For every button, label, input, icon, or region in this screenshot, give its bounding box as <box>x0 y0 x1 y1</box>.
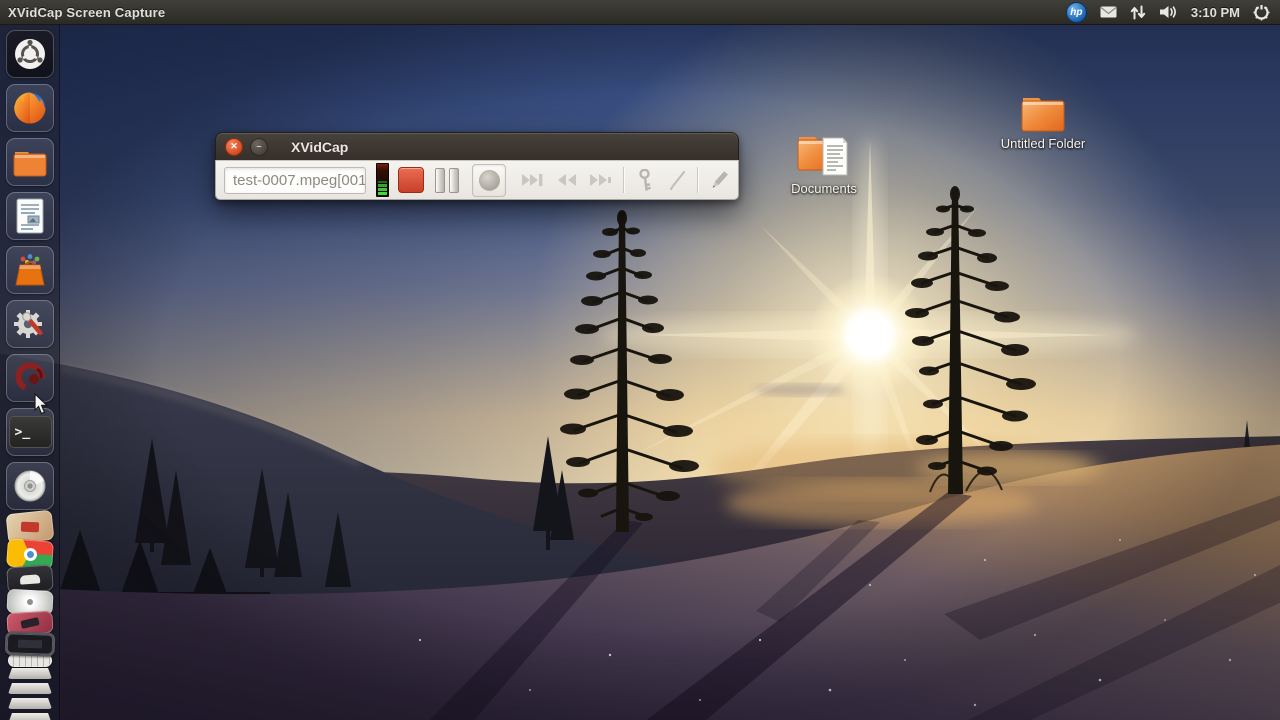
pen-tool-button[interactable] <box>668 169 688 191</box>
close-button[interactable]: ✕ <box>225 137 243 156</box>
dash-home-icon <box>15 39 45 69</box>
launcher-item-folded[interactable] <box>8 713 52 720</box>
launcher-item-firefox[interactable] <box>6 84 54 132</box>
pencil-tool-button[interactable] <box>708 169 730 191</box>
media-icon <box>19 573 41 585</box>
cd-disc-icon <box>14 470 46 502</box>
photo-icon <box>20 521 40 533</box>
level-meter <box>376 163 389 197</box>
launcher-item-files[interactable] <box>6 138 54 186</box>
launcher-item-cd-burner[interactable] <box>6 462 54 510</box>
updown-arrows-icon <box>1130 5 1146 19</box>
toolbar-separator <box>623 167 625 193</box>
network-indicator[interactable] <box>1130 5 1146 20</box>
top-panel: XVidCap Screen Capture hp 3:10 PM <box>0 0 1280 25</box>
launcher-item-folded[interactable] <box>8 698 52 709</box>
session-gear-icon <box>1253 4 1270 20</box>
launcher-item-display-folded[interactable] <box>4 631 56 657</box>
launcher-item-system-settings[interactable] <box>6 300 54 348</box>
panel-indicators: hp 3:10 PM <box>1065 0 1270 24</box>
xvidcap-window: ✕ – XVidCap test-0007.mpeg[0010] <box>215 132 739 200</box>
desktop-screen: Documents Untitled Folder ✕ – XVidCap te… <box>0 0 1280 720</box>
record-button[interactable] <box>472 163 506 197</box>
settings-gear-wrench-icon <box>14 310 43 338</box>
skip-forward-button[interactable] <box>520 172 546 188</box>
launcher-item-dash-home[interactable] <box>6 30 54 78</box>
clock[interactable]: 3:10 PM <box>1191 5 1240 20</box>
rewind-icon <box>558 174 576 186</box>
launcher-item-libreoffice-writer[interactable] <box>6 192 54 240</box>
window-title: XVidCap <box>291 138 349 155</box>
video-recorder-swirl-icon <box>15 362 45 392</box>
xvidcap-toolbar: test-0007.mpeg[0010] <box>215 160 739 200</box>
desktop-icon-label: Documents <box>791 181 857 196</box>
libreoffice-writer-icon <box>16 198 44 234</box>
launcher-item-folded[interactable] <box>8 683 52 694</box>
pencil-icon <box>712 171 728 188</box>
record-circle-icon <box>478 169 500 191</box>
disc-hole-icon <box>26 598 34 606</box>
fast-forward-icon <box>590 174 611 186</box>
minimize-button[interactable]: – <box>250 137 268 156</box>
player-screen-icon <box>20 617 40 629</box>
pause-button[interactable] <box>435 167 459 193</box>
session-menu[interactable] <box>1253 4 1270 21</box>
mail-indicator[interactable] <box>1100 6 1117 18</box>
volume-icon <box>1159 6 1176 18</box>
firefox-icon <box>14 92 46 124</box>
key-tool-button[interactable] <box>634 169 658 191</box>
files-folder-icon <box>13 152 47 177</box>
skip-forward-icon <box>522 174 543 186</box>
launcher-item-folded[interactable] <box>8 668 52 679</box>
rewind-button[interactable] <box>555 172 579 188</box>
mail-icon <box>1100 6 1117 18</box>
stop-button[interactable] <box>398 167 424 193</box>
launcher-item-software-center[interactable] <box>6 246 54 294</box>
software-center-icon <box>15 254 45 286</box>
xvidcap-titlebar[interactable]: ✕ – XVidCap <box>215 132 739 160</box>
active-window-title: XVidCap Screen Capture <box>8 4 166 20</box>
desktop-icon-documents[interactable]: Documents <box>784 129 864 196</box>
fast-forward-button[interactable] <box>588 172 614 188</box>
key-icon <box>639 169 651 191</box>
display-icon <box>17 639 43 649</box>
volume-indicator[interactable] <box>1159 5 1178 19</box>
documents-folder-icon <box>797 137 848 176</box>
capture-filename-field[interactable]: test-0007.mpeg[0010] <box>224 166 366 194</box>
toolbar-separator <box>697 167 699 193</box>
pen-icon <box>669 170 686 191</box>
terminal-icon: >_ <box>8 416 52 448</box>
folder-icon <box>1021 98 1065 132</box>
chrome-icon <box>23 547 37 561</box>
desktop-icon-untitled-folder[interactable]: Untitled Folder <box>995 92 1091 151</box>
desktop-icon-label: Untitled Folder <box>1000 136 1086 151</box>
mouse-cursor <box>34 393 49 415</box>
unity-launcher: >_ <box>0 24 60 720</box>
hp-logo: hp <box>1065 1 1087 23</box>
